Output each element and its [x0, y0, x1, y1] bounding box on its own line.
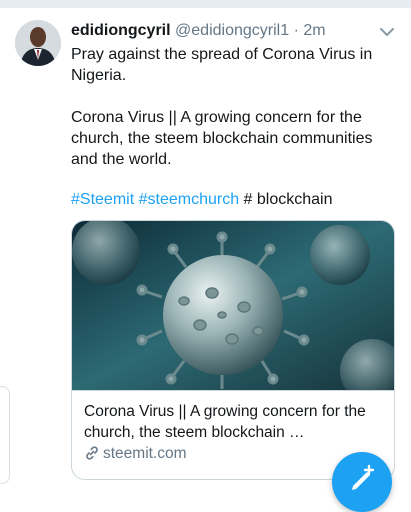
- separator-dot: ·: [293, 22, 299, 39]
- compose-tweet-icon: [352, 464, 375, 490]
- tweet-header: edidiongcyril @edidiongcyril1 · 2m: [71, 22, 326, 40]
- author-name[interactable]: edidiongcyril: [71, 22, 171, 39]
- link-preview-card[interactable]: Corona Virus || A growing concern for th…: [71, 220, 395, 480]
- tweet-hashtags: #Steemit #steemchurch # blockchain: [71, 189, 333, 210]
- card-domain-text: steemit.com: [103, 445, 187, 462]
- avatar-photo: [15, 20, 61, 66]
- hashtag-steemchurch[interactable]: #steemchurch: [139, 191, 240, 208]
- author-handle[interactable]: @edidiongcyril1: [175, 22, 289, 39]
- card-divider: [72, 390, 394, 391]
- compose-tweet-button[interactable]: [332, 452, 392, 512]
- card-title-line-2: church, the steem blockchain …: [84, 424, 305, 441]
- coronavirus-image: [72, 221, 394, 390]
- card-domain[interactable]: steemit.com: [84, 445, 187, 463]
- link-icon: [86, 446, 98, 460]
- card-title[interactable]: Corona Virus || A growing concern for th…: [84, 401, 384, 443]
- tweet-time[interactable]: 2m: [303, 22, 325, 39]
- card-title-line-1: Corona Virus || A growing concern for th…: [84, 403, 366, 420]
- chevron-down-icon[interactable]: [377, 22, 397, 42]
- avatar[interactable]: [15, 20, 61, 66]
- tweet-line-2: Corona Virus || A growing concern for th…: [71, 109, 373, 168]
- hashtag-steemit[interactable]: #Steemit: [71, 191, 134, 208]
- tweet-text: Pray against the spread of Corona Virus …: [71, 44, 391, 170]
- side-panel-edge: [0, 386, 10, 484]
- timeline-divider: [0, 0, 411, 8]
- tag-tail-text: # blockchain: [243, 191, 333, 208]
- tweet-line-1: Pray against the spread of Corona Virus …: [71, 46, 373, 84]
